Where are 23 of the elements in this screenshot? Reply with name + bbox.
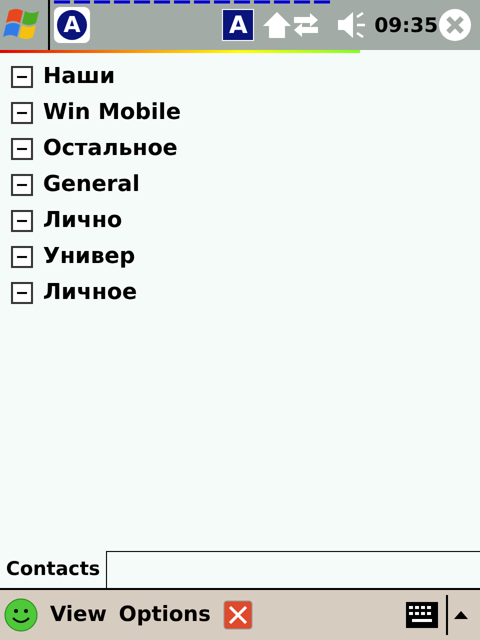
smiley-icon[interactable] bbox=[4, 598, 38, 632]
group-label[interactable]: Лично bbox=[43, 210, 122, 232]
collapse-icon[interactable] bbox=[11, 138, 33, 160]
collapse-icon[interactable] bbox=[11, 66, 33, 88]
group-label[interactable]: General bbox=[43, 174, 140, 196]
collapse-icon[interactable] bbox=[11, 102, 33, 124]
group-label[interactable]: Личное bbox=[43, 282, 138, 304]
up-arrow-icon[interactable] bbox=[454, 611, 468, 619]
app-badge[interactable]: A bbox=[54, 7, 90, 43]
collapse-icon[interactable] bbox=[11, 246, 33, 268]
group-label[interactable]: Остальное bbox=[43, 138, 178, 160]
options-menu-button[interactable]: Options bbox=[114, 599, 215, 631]
collapse-icon[interactable] bbox=[11, 174, 33, 196]
input-method-badge[interactable]: A bbox=[222, 9, 254, 41]
close-app-icon[interactable] bbox=[222, 600, 253, 630]
clock-time[interactable]: 09:35 bbox=[374, 10, 438, 40]
collapse-icon[interactable] bbox=[11, 282, 33, 304]
collapse-icon[interactable] bbox=[11, 210, 33, 232]
group-label[interactable]: Win Mobile bbox=[43, 102, 181, 124]
group-label[interactable]: Наши bbox=[43, 66, 116, 88]
keyboard-icon[interactable] bbox=[406, 602, 438, 628]
group-label[interactable]: Универ bbox=[43, 246, 136, 268]
view-menu-button[interactable]: View bbox=[46, 599, 111, 631]
